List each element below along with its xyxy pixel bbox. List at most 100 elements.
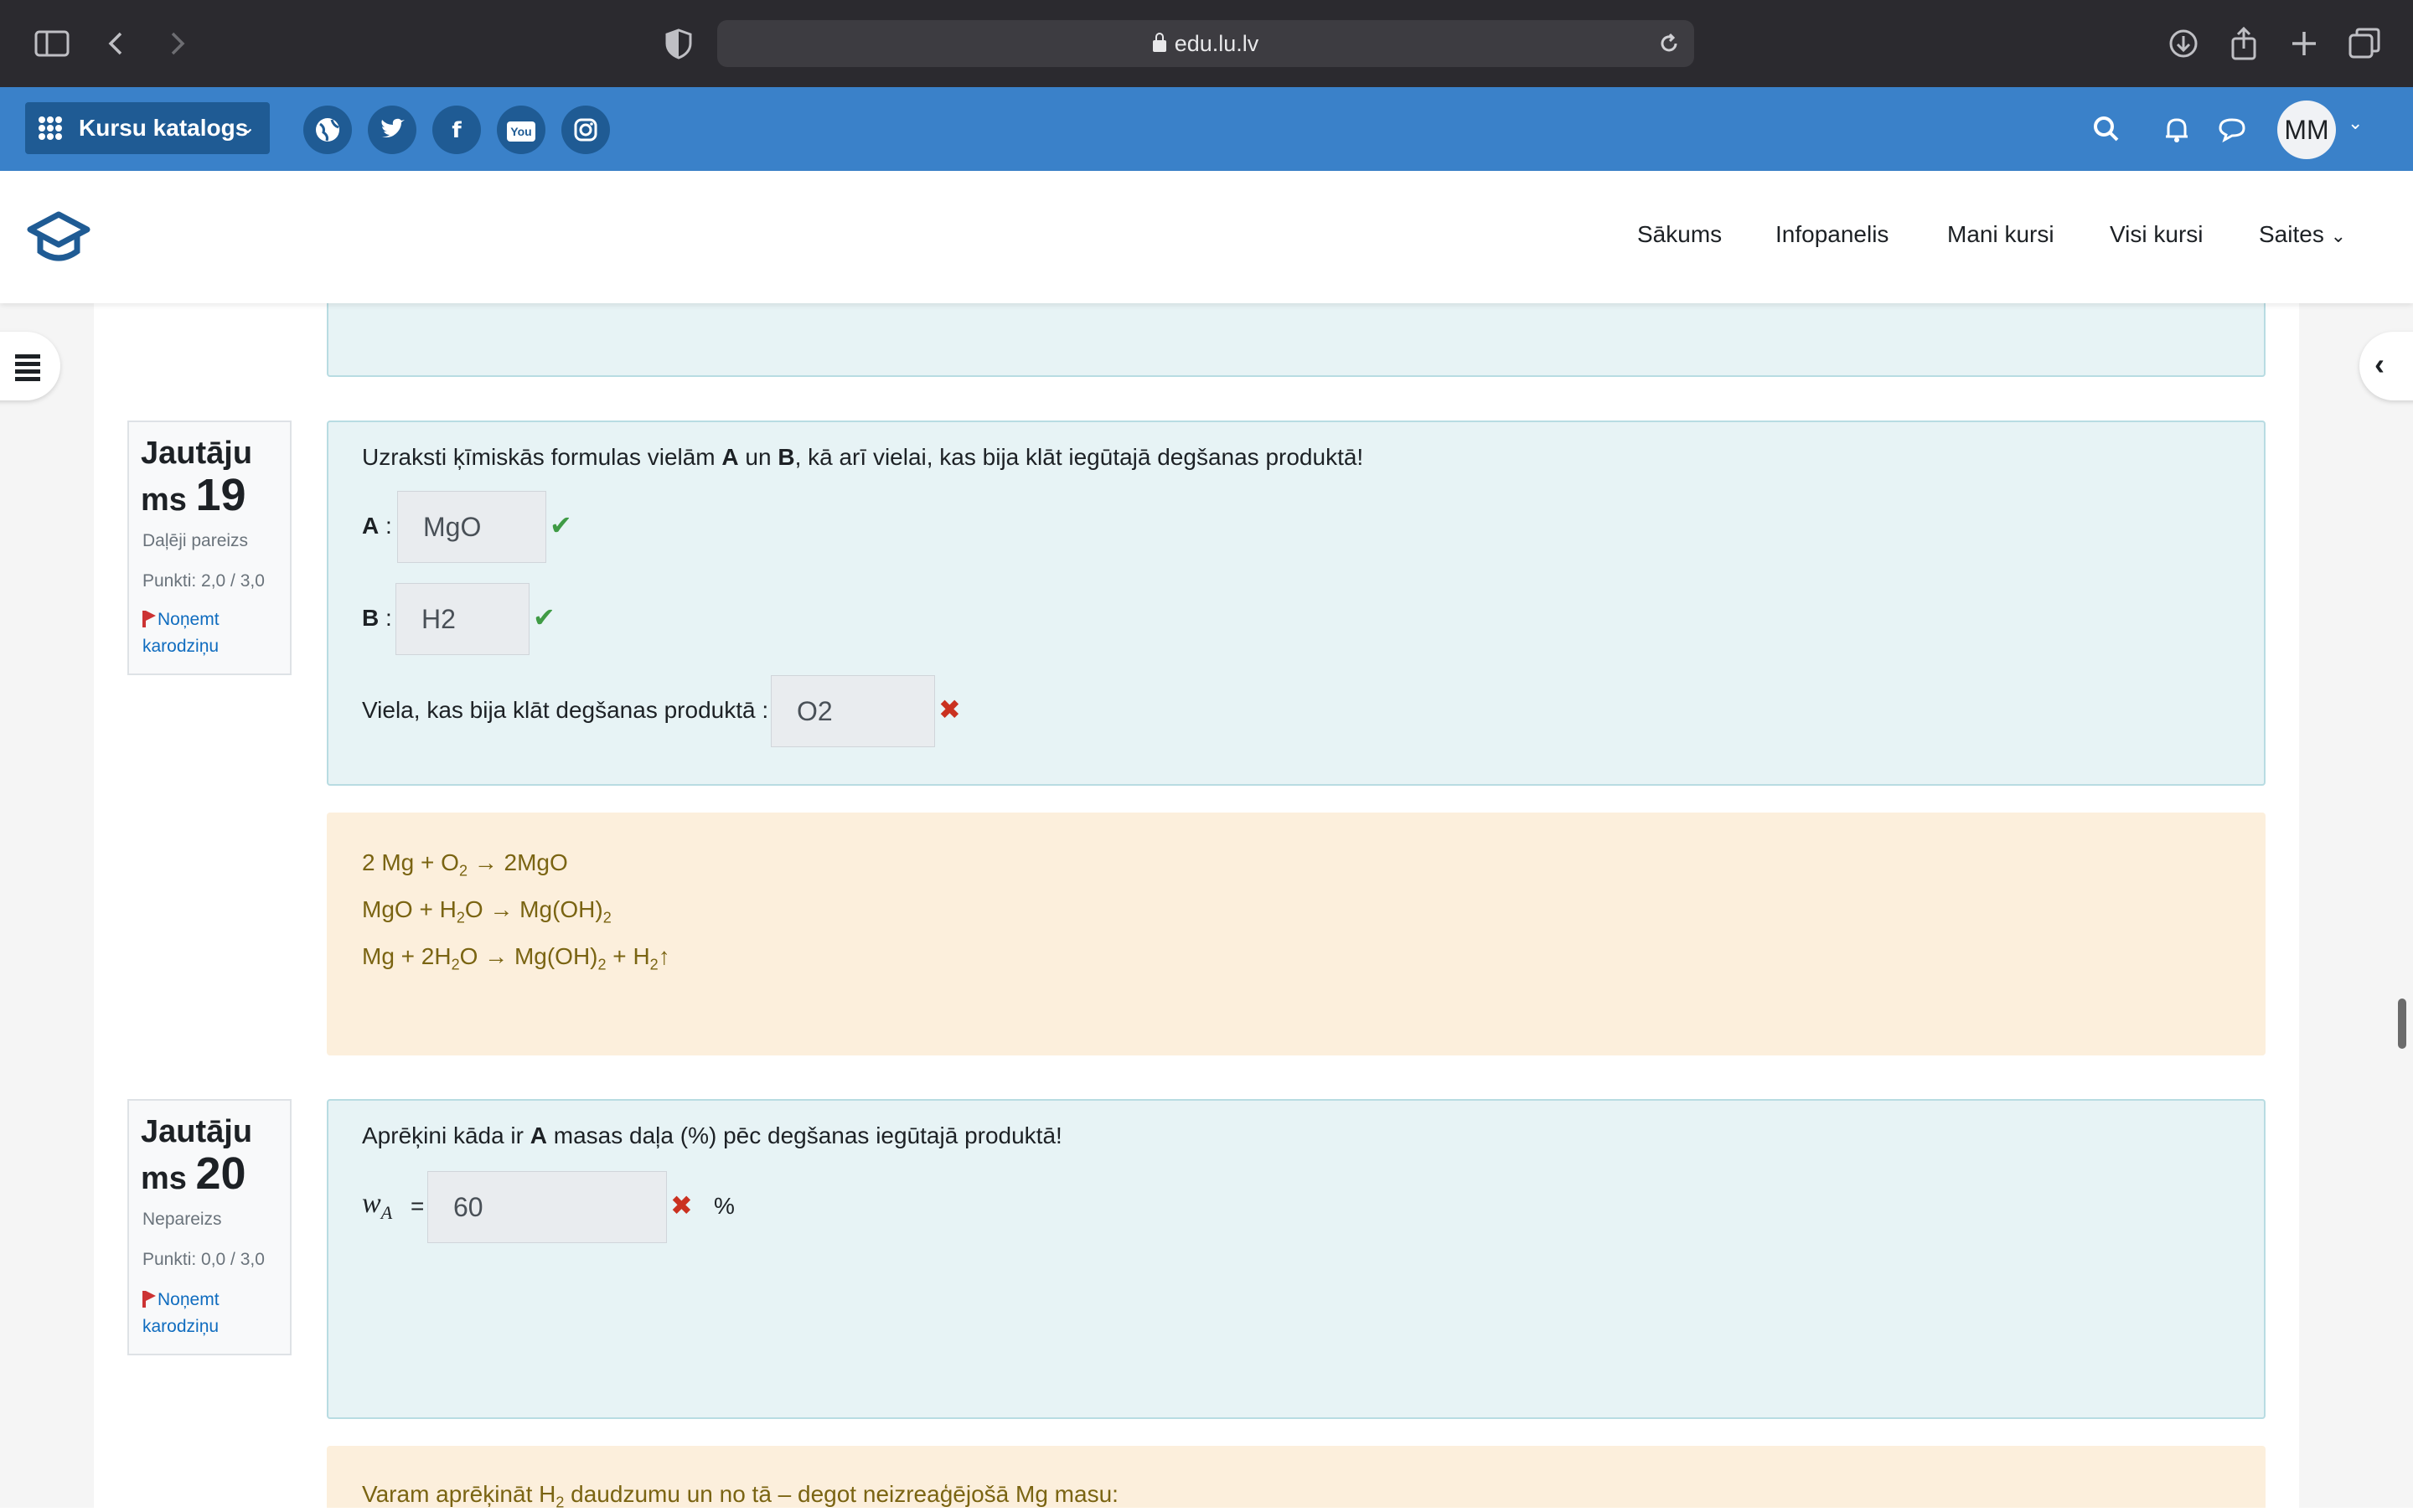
tab-overview-icon[interactable] xyxy=(2346,25,2383,62)
privacy-shield-icon[interactable] xyxy=(660,25,697,62)
browser-toolbar: edu.lu.lv xyxy=(0,0,2413,87)
label-colon: : xyxy=(379,513,392,539)
remove-flag-line1: Noņemt xyxy=(158,610,220,629)
url-text: edu.lu.lv xyxy=(1174,31,1259,56)
question-text-part: Uzraksti ķīmiskās formulas vielām xyxy=(362,444,722,470)
correct-check-icon: ✔ xyxy=(533,602,555,632)
site-header: Sākums Infopanelis Mani kursi Visi kursi… xyxy=(0,171,2413,303)
youtube-icon[interactable]: You xyxy=(497,106,545,154)
graduation-cap-logo-icon[interactable] xyxy=(27,209,90,266)
instagram-icon[interactable] xyxy=(561,106,610,154)
question-text-b: B xyxy=(778,444,795,470)
equation-part: → 2MgO xyxy=(467,849,568,875)
flag-icon xyxy=(142,611,156,627)
question-number: 20 xyxy=(195,1148,246,1199)
question-text-a: A xyxy=(721,444,739,470)
equation-part: 2 Mg + O xyxy=(362,849,459,875)
w-symbol: w xyxy=(362,1188,381,1219)
remove-flag-line2: karodziņu xyxy=(142,1317,220,1336)
question-status: Nepareizs xyxy=(142,1210,222,1229)
answer-input-wa[interactable]: 60 xyxy=(427,1171,667,1243)
chevron-left-icon: ‹ xyxy=(2374,347,2385,381)
menu-item-home[interactable]: Sākums xyxy=(1637,221,1722,248)
course-catalog-label: Kursu katalogs xyxy=(79,115,249,141)
question-status: Daļēji pareizs xyxy=(142,531,249,550)
question-label-2: ms xyxy=(141,1161,187,1196)
question-content-20: Aprēķini kāda ir A masas daļa (%) pēc de… xyxy=(327,1099,2266,1419)
back-icon[interactable] xyxy=(99,25,136,62)
equation-sub: 2 xyxy=(451,956,460,973)
downloads-icon[interactable] xyxy=(2165,25,2202,62)
course-catalog-button[interactable]: Kursu katalogs ⌄ xyxy=(25,102,270,154)
equation-part: Mg + 2H xyxy=(362,943,452,969)
question-text-part: Aprēķini kāda ir xyxy=(362,1122,530,1148)
menu-item-all-courses[interactable]: Visi kursi xyxy=(2110,221,2204,248)
feedback-text-20: Varam aprēķināt H2 daudzumu un no tā – d… xyxy=(362,1481,1119,1512)
question-info-19: Jautāju ms 19 Daļēji pareizs Punkti: 2,0… xyxy=(127,421,292,675)
label-b: B xyxy=(362,605,380,631)
equation-part: + H xyxy=(606,943,650,969)
menu-item-my-courses[interactable]: Mani kursi xyxy=(1947,221,2054,248)
menu-item-links[interactable]: Saites ⌄ xyxy=(2259,221,2346,248)
label-a: A xyxy=(362,513,380,539)
question-number-20: Jautāju ms 20 xyxy=(141,1111,252,1200)
scrollbar[interactable] xyxy=(2398,999,2406,1049)
equation-part: ↑ xyxy=(658,943,670,969)
feedback-part: daudzumu un no tā – degot neizreaģējošā … xyxy=(564,1481,1119,1507)
question-label: Jautāju xyxy=(141,1114,253,1149)
address-bar[interactable]: edu.lu.lv xyxy=(717,20,1694,67)
avatar-initials: MM xyxy=(2284,115,2329,145)
equation-part: O → Mg(OH) xyxy=(459,943,598,969)
forward-icon[interactable] xyxy=(158,25,194,62)
answer-input-a[interactable]: MgO xyxy=(397,491,546,563)
answer-input-c[interactable]: O2 xyxy=(771,675,935,747)
label-colon: : xyxy=(379,605,392,631)
mass-fraction-label: wA xyxy=(362,1188,392,1224)
bell-icon[interactable] xyxy=(2160,112,2193,146)
remove-flag-link[interactable]: Noņemt karodziņu xyxy=(142,1287,220,1340)
remove-flag-line1: Noņemt xyxy=(158,1290,220,1309)
question-text-part: masas daļa (%) pēc degšanas iegūtajā pro… xyxy=(547,1122,1062,1148)
apps-grid-icon xyxy=(39,116,62,140)
feedback-equation-2: MgO + H2O → Mg(OH)2 xyxy=(362,896,612,927)
menu-item-links-label: Saites xyxy=(2259,221,2324,247)
question-label-2: ms xyxy=(141,482,187,518)
globe-icon[interactable] xyxy=(303,106,352,154)
answer-input-b[interactable]: H2 xyxy=(395,583,530,655)
question-content-19: Uzraksti ķīmiskās formulas vielām A un B… xyxy=(327,421,2266,786)
user-menu-chevron-icon[interactable]: ⌄ xyxy=(2348,112,2363,134)
messages-icon[interactable] xyxy=(2215,112,2249,146)
equals-sign: = xyxy=(411,1193,425,1219)
reload-icon[interactable] xyxy=(1656,30,1682,57)
avatar[interactable]: MM xyxy=(2277,101,2336,159)
share-icon[interactable] xyxy=(2225,25,2262,62)
remove-flag-link[interactable]: Noņemt karodziņu xyxy=(142,606,220,660)
sidebar-toggle-icon[interactable] xyxy=(34,25,70,62)
equation-part: O → Mg(OH) xyxy=(464,896,603,922)
question-points: Punkti: 0,0 / 3,0 xyxy=(142,1250,265,1269)
chevron-down-icon: ⌄ xyxy=(2330,225,2347,246)
incorrect-cross-icon: ✖ xyxy=(938,694,961,725)
question-info-20: Jautāju ms 20 Nepareizs Punkti: 0,0 / 3,… xyxy=(127,1099,292,1355)
top-navbar: Kursu katalogs ⌄ f You MM ⌄ xyxy=(0,87,2413,171)
question-points: Punkti: 2,0 / 3,0 xyxy=(142,571,265,591)
remove-flag-line2: karodziņu xyxy=(142,637,220,656)
search-icon[interactable] xyxy=(2090,112,2123,146)
feedback-sub: 2 xyxy=(555,1494,565,1511)
w-subscript: A xyxy=(380,1201,393,1223)
equation-sub: 2 xyxy=(649,956,659,973)
list-icon xyxy=(15,354,40,384)
equation-part: MgO + H xyxy=(362,896,457,922)
new-tab-icon[interactable] xyxy=(2286,25,2323,62)
question-text-part: , kā arī vielai, kas bija klāt iegūtajā … xyxy=(794,444,1364,470)
flag-icon xyxy=(142,1291,156,1308)
feedback-equation-1: 2 Mg + O2 → 2MgO xyxy=(362,849,568,880)
twitter-icon[interactable] xyxy=(368,106,416,154)
correct-check-icon: ✔ xyxy=(550,510,572,540)
facebook-icon[interactable]: f xyxy=(432,106,481,154)
feedback-part: Varam aprēķināt H xyxy=(362,1481,556,1507)
question-text-a: A xyxy=(530,1122,547,1148)
menu-item-dashboard[interactable]: Infopanelis xyxy=(1775,221,1889,248)
feedback-equation-3: Mg + 2H2O → Mg(OH)2 + H2↑ xyxy=(362,943,670,974)
lock-icon xyxy=(1152,33,1166,52)
